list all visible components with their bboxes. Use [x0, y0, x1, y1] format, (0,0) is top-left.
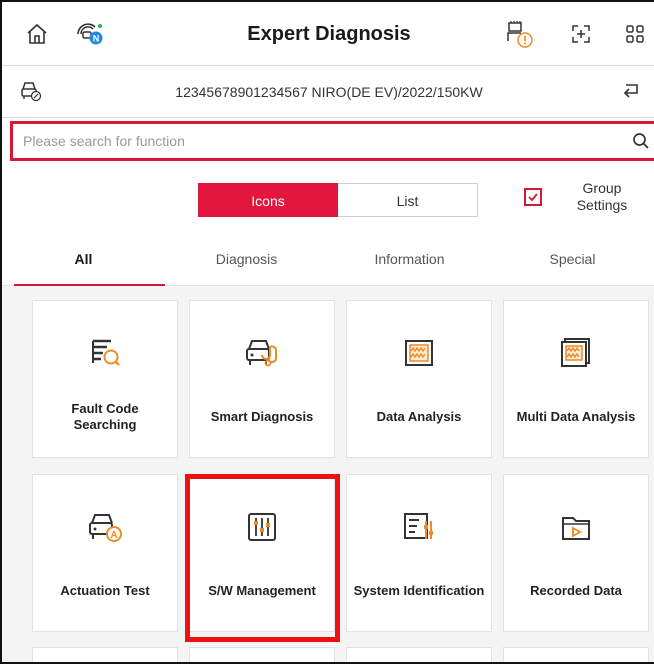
- vehicle-icon: [20, 80, 42, 107]
- home-icon[interactable]: [22, 2, 52, 66]
- svg-text:A: A: [110, 530, 117, 541]
- function-tile-sw-management[interactable]: S/W Management: [189, 474, 335, 632]
- function-tile-recorded-data[interactable]: Recorded Data: [503, 474, 649, 632]
- apps-grid-icon[interactable]: [620, 2, 650, 66]
- top-bar: Expert Diagnosis N: [2, 2, 654, 66]
- function-label: Recorded Data: [530, 583, 622, 598]
- actuation-test-icon: A: [85, 507, 125, 547]
- function-label: Multi Data Analysis: [516, 409, 636, 424]
- function-tile-fault-code-searching[interactable]: Fault Code Searching: [32, 300, 178, 458]
- function-tile-system-identification[interactable]: System Identification: [346, 474, 492, 632]
- connection-status-icon[interactable]: N: [72, 2, 108, 66]
- search-input[interactable]: [13, 124, 626, 158]
- function-tile-partial[interactable]: [32, 647, 178, 662]
- smart-diagnosis-icon: [242, 333, 282, 373]
- vci-warning-icon[interactable]: [502, 2, 538, 66]
- function-label: Actuation Test: [60, 583, 150, 598]
- fault-code-search-icon: [87, 333, 123, 373]
- search-icon[interactable]: [626, 124, 654, 158]
- vehicle-info-text: 12345678901234567 NIRO(DE EV)/2022/150KW: [175, 84, 483, 100]
- screenshot-icon[interactable]: [566, 2, 596, 66]
- function-tile-actuation-test[interactable]: A Actuation Test: [32, 474, 178, 632]
- function-label: System Identification: [353, 583, 485, 598]
- list-view-button[interactable]: List: [338, 183, 478, 217]
- function-label: Smart Diagnosis: [210, 409, 314, 424]
- tab-all[interactable]: All: [2, 234, 165, 287]
- group-settings[interactable]: Group Settings: [524, 180, 642, 214]
- vehicle-info-bar: 12345678901234567 NIRO(DE EV)/2022/150KW: [2, 66, 654, 118]
- app-window: Expert Diagnosis N 12345678901234567 NIR…: [0, 0, 654, 664]
- multi-data-analysis-icon: [558, 333, 594, 373]
- category-tabs: All Diagnosis Information Special: [2, 234, 654, 287]
- data-analysis-icon: [401, 333, 437, 373]
- function-tile-data-analysis[interactable]: Data Analysis: [346, 300, 492, 458]
- group-settings-label: Group Settings: [576, 180, 628, 213]
- sw-management-icon: [244, 507, 280, 547]
- recorded-data-icon: [558, 507, 594, 547]
- checkmark-icon: [528, 193, 538, 202]
- function-label: Fault Code Searching: [71, 401, 139, 432]
- function-label: Data Analysis: [376, 409, 462, 424]
- tab-special[interactable]: Special: [491, 234, 654, 286]
- function-tile-partial[interactable]: [346, 647, 492, 662]
- group-settings-checkbox[interactable]: [524, 188, 542, 206]
- tab-information[interactable]: Information: [328, 234, 491, 286]
- function-tile-partial[interactable]: [189, 647, 335, 662]
- tab-diagnosis[interactable]: Diagnosis: [165, 234, 328, 286]
- function-tile-partial[interactable]: [503, 647, 649, 662]
- view-mode-toggle: Icons List: [198, 183, 478, 219]
- return-icon[interactable]: [620, 80, 642, 107]
- svg-text:N: N: [93, 34, 100, 44]
- icons-view-button[interactable]: Icons: [198, 183, 338, 217]
- function-label: S/W Management: [208, 583, 316, 598]
- system-identification-icon: [401, 507, 437, 547]
- function-tile-multi-data-analysis[interactable]: Multi Data Analysis: [503, 300, 649, 458]
- search-bar: [10, 121, 654, 161]
- function-tile-smart-diagnosis[interactable]: Smart Diagnosis: [189, 300, 335, 458]
